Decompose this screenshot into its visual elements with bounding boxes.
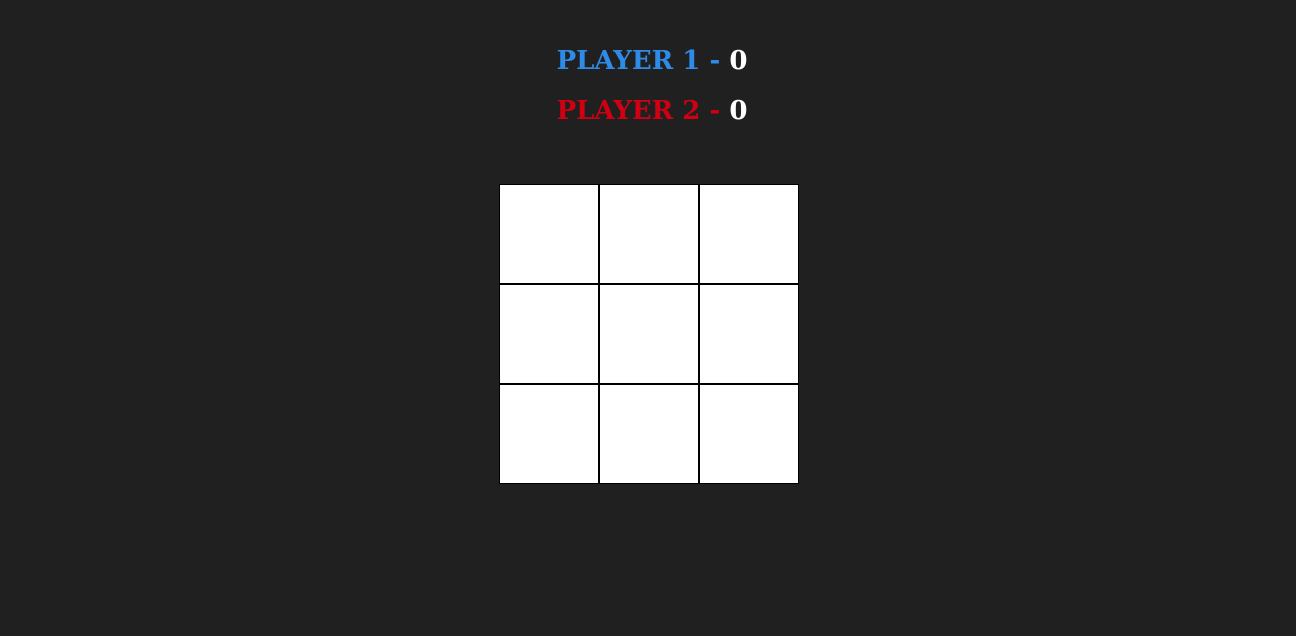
- tic-tac-toe-board: [499, 184, 799, 484]
- board-cell-4[interactable]: [499, 284, 599, 384]
- board-cell-3[interactable]: [699, 184, 799, 284]
- board-cell-5[interactable]: [599, 284, 699, 384]
- player-2-score: PLAYER 2 - 0: [0, 96, 1296, 126]
- player-2-label: PLAYER 2: [556, 96, 701, 126]
- board-cell-7[interactable]: [499, 384, 599, 484]
- player-2-separator: -: [709, 96, 721, 126]
- board-cell-6[interactable]: [699, 284, 799, 384]
- player-1-separator: -: [709, 46, 721, 76]
- board-cell-1[interactable]: [499, 184, 599, 284]
- player-2-score-value: 0: [729, 96, 748, 126]
- board-cell-9[interactable]: [699, 384, 799, 484]
- player-1-label: PLAYER 1: [556, 46, 701, 76]
- board-cell-2[interactable]: [599, 184, 699, 284]
- player-1-score: PLAYER 1 - 0: [0, 46, 1296, 76]
- player-1-score-value: 0: [729, 46, 748, 76]
- board-cell-8[interactable]: [599, 384, 699, 484]
